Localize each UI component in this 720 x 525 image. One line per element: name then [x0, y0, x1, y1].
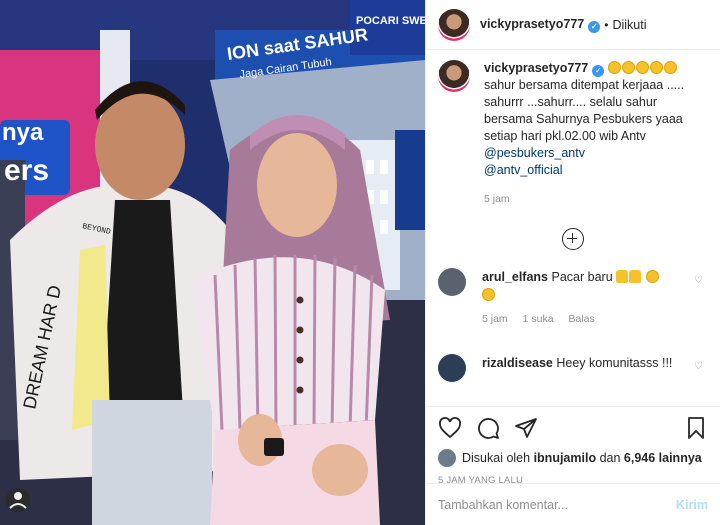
- liked-by-user[interactable]: ibnujamilo: [534, 451, 597, 465]
- verified-badge-icon: ✓: [592, 65, 605, 77]
- follow-status-button[interactable]: Diikuti: [612, 18, 646, 32]
- caption: vickyprasetyo777 ✓ sahur bersama ditempat…: [438, 60, 708, 208]
- photo-illustration: ION saat SAHUR Jaga Cairan Tubuh POCARI …: [0, 0, 425, 525]
- comment-text: Heey komunitasss !!!: [556, 356, 673, 370]
- set-sign-text-2: ers: [4, 154, 49, 187]
- load-more-comments[interactable]: [438, 228, 708, 250]
- comment-bubble-icon[interactable]: [476, 416, 500, 440]
- brand-logo-text: POCARI SWEAT: [356, 15, 425, 27]
- mention-link-pesbukers[interactable]: @pesbukers_antv: [484, 145, 708, 162]
- author-username[interactable]: vickyprasetyo777: [480, 17, 584, 31]
- liked-by-summary: Disukai oleh ibnujamilo dan 6,946 lainny…: [438, 449, 708, 467]
- verified-badge-icon: ✓: [588, 20, 601, 33]
- comment-text: Pacar baru: [551, 270, 613, 284]
- author-avatar[interactable]: [438, 8, 470, 41]
- comment-like-count[interactable]: 1 suka: [523, 313, 554, 325]
- post-photo[interactable]: ION saat SAHUR Jaga Cairan Tubuh POCARI …: [0, 0, 425, 525]
- mention-link-antv[interactable]: @antv_official: [484, 162, 708, 179]
- likes-count-link[interactable]: 6,946 lainnya: [624, 451, 702, 465]
- set-sign-text-1: nya: [2, 119, 44, 146]
- grin-emoji-icon: [645, 270, 659, 283]
- comment-timestamp[interactable]: 5 jam: [482, 313, 508, 325]
- comments-list[interactable]: vickyprasetyo777 ✓ sahur bersama ditempat…: [426, 50, 720, 406]
- grin-emoji-icon: [482, 288, 495, 301]
- instagram-post-modal: ION saat SAHUR Jaga Cairan Tubuh POCARI …: [0, 0, 720, 525]
- post-header: vickyprasetyo777 ✓ • Diikuti: [426, 0, 720, 50]
- emoji-group-icon: [607, 61, 678, 75]
- caption-username[interactable]: vickyprasetyo777: [484, 61, 588, 75]
- comment-reply-button[interactable]: Balas: [568, 313, 594, 325]
- comment-item: rizaldisease Heey komunitasss !!! ♡: [438, 354, 708, 382]
- add-comment-bar: Kirim: [426, 483, 720, 525]
- caption-text: sahur bersama ditempat kerjaaa ..... sah…: [484, 78, 685, 143]
- caption-avatar[interactable]: [438, 60, 470, 92]
- comment-username[interactable]: arul_elfans: [482, 270, 548, 284]
- commenter-avatar[interactable]: [438, 268, 466, 296]
- share-send-icon[interactable]: [514, 416, 538, 440]
- comment-item: arul_elfans Pacar baru 5 jam 1 suka Bala…: [438, 268, 708, 328]
- separator-dot: •: [604, 17, 609, 32]
- comment-username[interactable]: rizaldisease: [482, 356, 553, 370]
- bookmark-save-icon[interactable]: [684, 416, 708, 440]
- plus-circle-icon[interactable]: [562, 228, 584, 250]
- comment-like-heart-icon[interactable]: ♡: [694, 276, 704, 286]
- commenter-avatar[interactable]: [438, 354, 466, 382]
- liked-by-prefix: Disukai oleh: [462, 451, 531, 465]
- thumbs-up-emoji-icon: [616, 270, 642, 284]
- caption-timestamp[interactable]: 5 jam: [484, 191, 708, 208]
- comment-like-heart-icon[interactable]: ♡: [694, 362, 704, 372]
- comment-input[interactable]: [438, 497, 677, 512]
- post-sidebar: vickyprasetyo777 ✓ • Diikuti vickyprasety…: [425, 0, 720, 525]
- heart-like-icon[interactable]: [438, 416, 462, 440]
- liked-by-and: dan: [599, 451, 621, 465]
- post-comment-button[interactable]: Kirim: [676, 498, 708, 512]
- liker-avatar[interactable]: [438, 449, 456, 467]
- post-actions: Disukai oleh ibnujamilo dan 6,946 lainny…: [426, 406, 720, 525]
